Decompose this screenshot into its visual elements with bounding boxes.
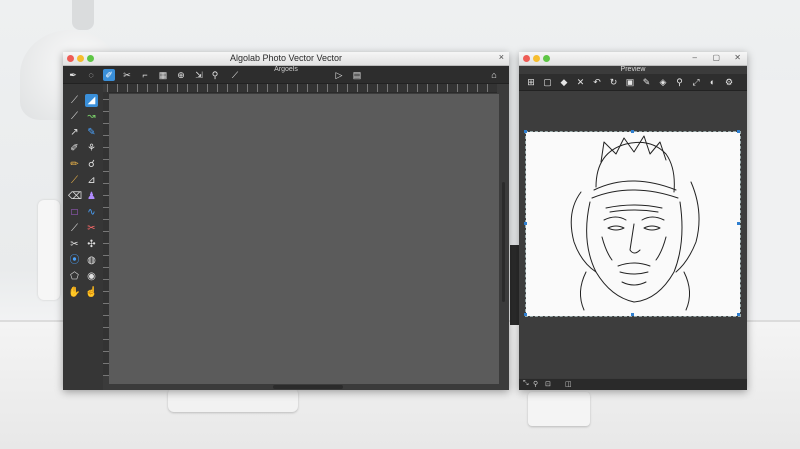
vector-artwork-preview[interactable]: [524, 130, 741, 317]
selection-handle[interactable]: [631, 313, 634, 316]
close-window-button[interactable]: [523, 55, 530, 62]
fit-icon[interactable]: ⤢: [690, 76, 702, 88]
pen-icon[interactable]: ✎: [641, 76, 653, 88]
close-icon[interactable]: ×: [499, 52, 504, 62]
maximize-icon[interactable]: ▢: [712, 53, 720, 62]
stamp-tool-icon[interactable]: ⚘: [85, 142, 98, 155]
main-window-title: Algolab Photo Vector Vector: [229, 53, 343, 63]
document-name: Argoels: [274, 66, 298, 73]
preview-title: Preview: [620, 66, 646, 73]
knife-tool-icon[interactable]: ⟋: [68, 222, 81, 235]
hand-tool-icon[interactable]: ✋: [68, 286, 81, 299]
preview-toolbar: ⊞ ▢ ◆ ✕ ↶ ↻ ▣ ✎ ◈ ⚲ ⤢ ◐ ⚙: [519, 74, 747, 91]
expand-icon[interactable]: ⤡: [523, 380, 529, 388]
person-tool-icon[interactable]: ♟: [85, 190, 98, 203]
smudge-tool-icon[interactable]: ☌: [85, 158, 98, 171]
image-icon[interactable]: ▣: [624, 76, 636, 88]
finger-tool-icon[interactable]: ☝: [85, 286, 98, 299]
undo-icon[interactable]: ↶: [591, 76, 603, 88]
frame-icon[interactable]: ▢: [542, 76, 554, 88]
fill-icon[interactable]: ◆: [558, 76, 570, 88]
brush-tool-icon[interactable]: ✐: [68, 142, 81, 155]
pen-tool-icon[interactable]: ⟋: [68, 110, 81, 123]
selection-handle[interactable]: [737, 313, 740, 316]
lamp-arm: [72, 0, 94, 30]
drawing-canvas[interactable]: [109, 94, 499, 384]
minimize-window-button[interactable]: [533, 55, 540, 62]
selection-handle[interactable]: [524, 222, 527, 225]
desk-tray: [528, 392, 590, 426]
rotate-icon[interactable]: ↻: [608, 76, 620, 88]
settings-icon[interactable]: ⚙: [723, 76, 735, 88]
fit-icon[interactable]: ⊡: [545, 380, 551, 388]
close-icon[interactable]: ✕: [734, 53, 741, 62]
picker-tool-icon[interactable]: ⦿: [68, 254, 81, 267]
scissors-tool-icon[interactable]: ✂: [85, 222, 98, 235]
eraser-tool-icon[interactable]: ⌫: [68, 190, 82, 203]
fill-tool-icon[interactable]: ◢: [85, 94, 98, 107]
main-editor-window: Algolab Photo Vector Vector × ✒ ◌ ✐ ✂ ⌐ ▦ ⊕ ⇲ ⚲ ⟋…: [63, 52, 509, 390]
curve-tool-icon[interactable]: ∿: [85, 206, 98, 219]
cross-icon[interactable]: ✕: [575, 76, 587, 88]
search-icon[interactable]: ⚲: [674, 76, 686, 88]
preview-statusbar: ⤡ ⚲ ⊡ ◫: [519, 379, 747, 390]
minimize-icon[interactable]: –: [693, 53, 697, 62]
selection-handle[interactable]: [737, 222, 740, 225]
preview-window: – ▢ ✕ ⊞ ▢ ◆ ✕ ↶ ↻ ▣ ✎ ◈ ⚲ ⤢ ◐ ⚙ Preview: [519, 52, 747, 390]
background-panel: [752, 80, 800, 320]
layers-icon[interactable]: ⊞: [525, 76, 537, 88]
sparkle-tool-icon[interactable]: ✣: [85, 238, 98, 251]
bucket-tool-icon[interactable]: ◍: [85, 254, 98, 267]
polygon-tool-icon[interactable]: ⬠: [68, 270, 81, 283]
arrow-tool-icon[interactable]: ↗: [68, 126, 81, 139]
preview-titlebar: – ▢ ✕: [519, 52, 747, 66]
selection-handle[interactable]: [524, 313, 527, 316]
compare-icon[interactable]: ◐: [707, 76, 719, 88]
path-tool-icon[interactable]: ↝: [85, 110, 98, 123]
pencil-tool-icon[interactable]: ✏: [68, 158, 81, 171]
scale-icon[interactable]: ◫: [565, 380, 572, 388]
shape-tool-icon[interactable]: □: [68, 206, 81, 219]
zoom-window-button[interactable]: [543, 55, 550, 62]
cut-tool-icon[interactable]: ✂: [68, 238, 81, 251]
selection-handle[interactable]: [737, 130, 740, 133]
main-titlebar: Algolab Photo Vector Vector ×: [63, 52, 509, 66]
horizontal-ruler: [107, 84, 497, 93]
line-tool-icon[interactable]: ⟋: [68, 94, 81, 107]
face-line-art: [570, 135, 700, 311]
sample-icon[interactable]: ◈: [657, 76, 669, 88]
target-tool-icon[interactable]: ◉: [85, 270, 98, 283]
selection-handle[interactable]: [524, 130, 527, 133]
horizontal-scrollbar[interactable]: [273, 385, 343, 389]
keyboard: [168, 388, 298, 412]
tool-palette: ⟋ ◢ ⟋ ↝ ↗ ✎ ✐ ⚘ ✏ ☌ ⟋ ⊿ ⌫ ♟ □ ∿ ⟋ ✂ ✂ ✣ ⦿ ◍ ⬠ ◉ ✋ ☝: [63, 84, 103, 390]
zoom-icon[interactable]: ⚲: [533, 380, 538, 388]
dropper-tool-icon[interactable]: ⊿: [85, 174, 98, 187]
selection-handle[interactable]: [631, 130, 634, 133]
marker-tool-icon[interactable]: ✎: [85, 126, 98, 139]
nib-tool-icon[interactable]: ⟋: [68, 174, 81, 187]
desk-speaker: [38, 200, 60, 300]
vertical-scrollbar[interactable]: [502, 182, 505, 302]
